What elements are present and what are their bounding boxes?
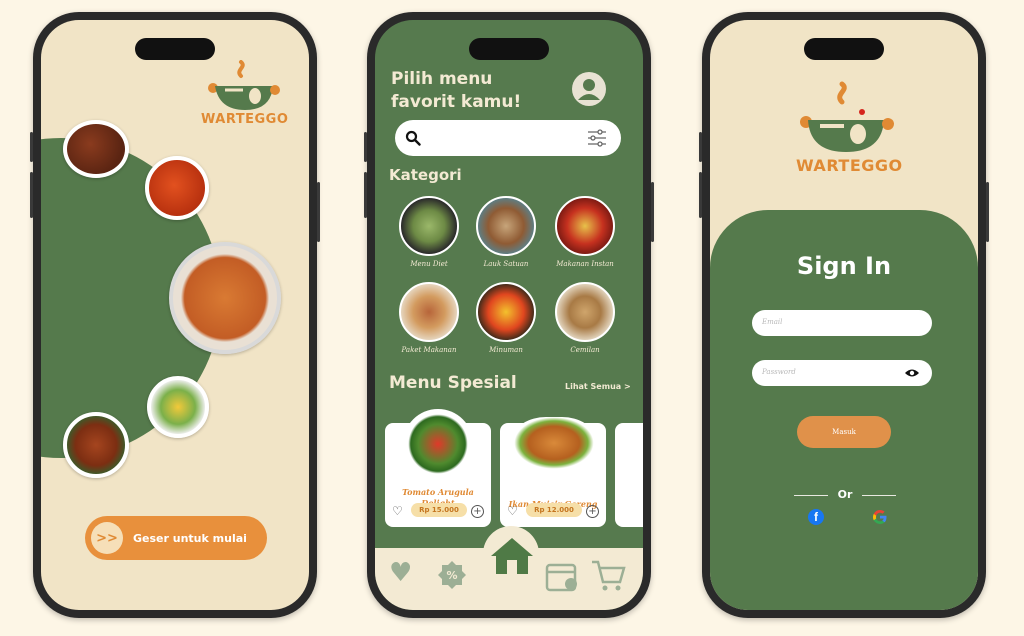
side-button bbox=[699, 172, 702, 218]
email-field[interactable]: Email bbox=[752, 310, 932, 336]
categories-heading: Kategori bbox=[389, 166, 462, 184]
logo: WARTEGGO bbox=[201, 60, 289, 130]
category-image bbox=[399, 196, 459, 256]
user-icon bbox=[578, 79, 600, 100]
calendar-icon[interactable] bbox=[545, 560, 579, 596]
password-field[interactable]: Password bbox=[752, 360, 932, 386]
notch bbox=[469, 38, 549, 60]
password-placeholder: Password bbox=[762, 368, 796, 376]
category-image bbox=[555, 196, 615, 256]
food-image-fried-noodles[interactable] bbox=[169, 242, 281, 354]
heart-icon[interactable]: ♡ bbox=[507, 504, 518, 518]
food-image-fried-chicken[interactable] bbox=[63, 120, 129, 178]
signin-panel: Sign In Email Password bbox=[710, 210, 978, 610]
search-icon[interactable] bbox=[405, 130, 421, 146]
category-image bbox=[555, 282, 615, 342]
category-label: Makanan Instan bbox=[556, 260, 614, 268]
signin-screen: WARTEGGO Sign In Email Password Masuk Or… bbox=[710, 20, 978, 610]
discount-icon[interactable]: % bbox=[437, 560, 467, 597]
category-label: Minuman bbox=[489, 346, 523, 354]
bowl-logo-icon bbox=[800, 81, 894, 152]
category-item[interactable]: Minuman bbox=[470, 282, 542, 354]
special-menu-card-partial[interactable] bbox=[615, 423, 643, 527]
category-image bbox=[476, 196, 536, 256]
page-title: Sign In bbox=[796, 252, 892, 280]
plus-icon[interactable]: + bbox=[586, 505, 599, 518]
category-label: Cemilan bbox=[570, 346, 600, 354]
avatar[interactable] bbox=[572, 72, 606, 106]
heart-icon[interactable]: ♥ bbox=[389, 558, 412, 588]
divider-line bbox=[862, 495, 896, 496]
phone-splash: WARTEGGO >> Geser untuk mulai bbox=[30, 12, 320, 618]
special-menu-heading: Menu Spesial bbox=[389, 373, 517, 393]
see-all-link[interactable]: Lihat Semua > bbox=[565, 382, 631, 391]
plus-icon[interactable]: + bbox=[471, 505, 484, 518]
email-placeholder: Email bbox=[762, 318, 783, 326]
food-image-vegetables[interactable] bbox=[147, 376, 209, 438]
cart-icon[interactable] bbox=[590, 558, 626, 596]
brand-name: WARTEGGO bbox=[796, 156, 903, 175]
facebook-icon[interactable]: f bbox=[808, 509, 824, 525]
swipe-label: Geser untuk mulai bbox=[133, 531, 247, 545]
swipe-to-start-button[interactable]: >> Geser untuk mulai bbox=[85, 516, 267, 560]
notch bbox=[804, 38, 884, 60]
bottom-navigation: ♥ % bbox=[375, 526, 643, 610]
special-menu-card[interactable]: Tomato Arugula Delight ♡ Rp 15.000 + bbox=[385, 409, 491, 527]
category-label: Lauk Satuan bbox=[483, 260, 529, 268]
category-item[interactable]: Makanan Instan bbox=[549, 196, 621, 268]
side-button bbox=[317, 182, 320, 242]
sign-in-button[interactable]: Masuk bbox=[797, 416, 891, 448]
special-menu-card[interactable]: Ikan Mujair Goreng ♡ Rp 12.000 + bbox=[500, 417, 606, 527]
category-item[interactable]: Paket Makanan bbox=[393, 282, 465, 354]
food-image-grilled-chicken[interactable] bbox=[63, 412, 129, 478]
side-button bbox=[364, 172, 367, 218]
eye-icon[interactable] bbox=[904, 368, 920, 378]
or-label: Or bbox=[837, 488, 853, 501]
dish-price: Rp 15.000 bbox=[411, 503, 467, 517]
filter-icon[interactable] bbox=[587, 129, 607, 147]
google-icon[interactable] bbox=[872, 509, 888, 529]
side-button bbox=[651, 182, 654, 242]
dish-price: Rp 12.000 bbox=[526, 503, 582, 517]
food-image-meatballs[interactable] bbox=[145, 156, 209, 220]
phone-signin: WARTEGGO Sign In Email Password Masuk Or… bbox=[699, 12, 989, 618]
category-item[interactable]: Lauk Satuan bbox=[470, 196, 542, 268]
side-button bbox=[699, 132, 702, 162]
category-item[interactable]: Menu Diet bbox=[393, 196, 465, 268]
side-button bbox=[986, 182, 989, 242]
search-input[interactable] bbox=[427, 128, 581, 150]
side-button bbox=[364, 132, 367, 162]
side-button bbox=[30, 132, 33, 162]
category-image bbox=[476, 282, 536, 342]
page-title: Pilih menu favorit kamu! bbox=[391, 69, 522, 112]
category-label: Paket Makanan bbox=[401, 346, 457, 354]
home-icon[interactable] bbox=[489, 536, 535, 580]
side-button bbox=[30, 172, 33, 218]
notch bbox=[135, 38, 215, 60]
bowl-logo-icon bbox=[208, 60, 280, 110]
category-image bbox=[399, 282, 459, 342]
svg-text:%: % bbox=[446, 569, 457, 582]
double-chevron-right-icon[interactable]: >> bbox=[91, 522, 123, 554]
home-screen: Pilih menu favorit kamu! Kategori Menu D… bbox=[375, 20, 643, 610]
brand-name: WARTEGGO bbox=[201, 112, 289, 127]
heart-icon[interactable]: ♡ bbox=[392, 504, 403, 518]
splash-screen: WARTEGGO >> Geser untuk mulai bbox=[41, 20, 309, 610]
category-item[interactable]: Cemilan bbox=[549, 282, 621, 354]
logo: WARTEGGO bbox=[792, 80, 902, 180]
discount-badge-icon: % bbox=[438, 561, 466, 589]
search-bar[interactable] bbox=[395, 120, 621, 156]
category-label: Menu Diet bbox=[410, 260, 448, 268]
phone-home: Pilih menu favorit kamu! Kategori Menu D… bbox=[364, 12, 654, 618]
divider-line bbox=[794, 495, 828, 496]
dish-image bbox=[403, 409, 473, 479]
or-divider: Or bbox=[794, 488, 896, 504]
dish-image bbox=[514, 417, 594, 469]
